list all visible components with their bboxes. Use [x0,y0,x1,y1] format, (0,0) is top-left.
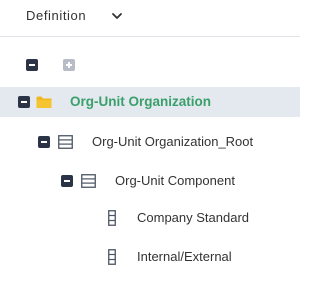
table-icon [58,135,73,149]
collapse-toggle[interactable] [18,96,30,108]
tree-item-label: Internal/External [137,249,232,264]
chevron-down-icon[interactable] [111,10,123,22]
attribute-icon [108,210,116,226]
tree-item-label: Org-Unit Organization [70,94,211,109]
tree-row-company-standard[interactable]: Company Standard [0,203,300,233]
collapse-toggle[interactable] [61,175,73,187]
folder-icon [36,96,52,108]
collapse-toggle[interactable] [38,136,50,148]
definition-dropdown-label[interactable]: Definition [26,8,86,23]
attribute-icon [108,249,116,265]
tree-item-label: Org-Unit Component [115,173,235,188]
collapse-all-button[interactable] [26,59,38,71]
definition-header: Definition [0,0,300,37]
tree-item-label: Company Standard [137,210,250,225]
table-icon [81,174,96,188]
tree-row-internal-external[interactable]: Internal/External [0,242,300,272]
tree-row-org-unit-organization-root[interactable]: Org-Unit Organization_Root [0,127,300,157]
tree-row-org-unit-organization[interactable]: Org-Unit Organization [0,87,300,117]
tree-item-label: Org-Unit Organization_Root [92,134,254,149]
tree-row-org-unit-component[interactable]: Org-Unit Component [0,166,300,196]
expand-all-button[interactable] [63,59,75,71]
